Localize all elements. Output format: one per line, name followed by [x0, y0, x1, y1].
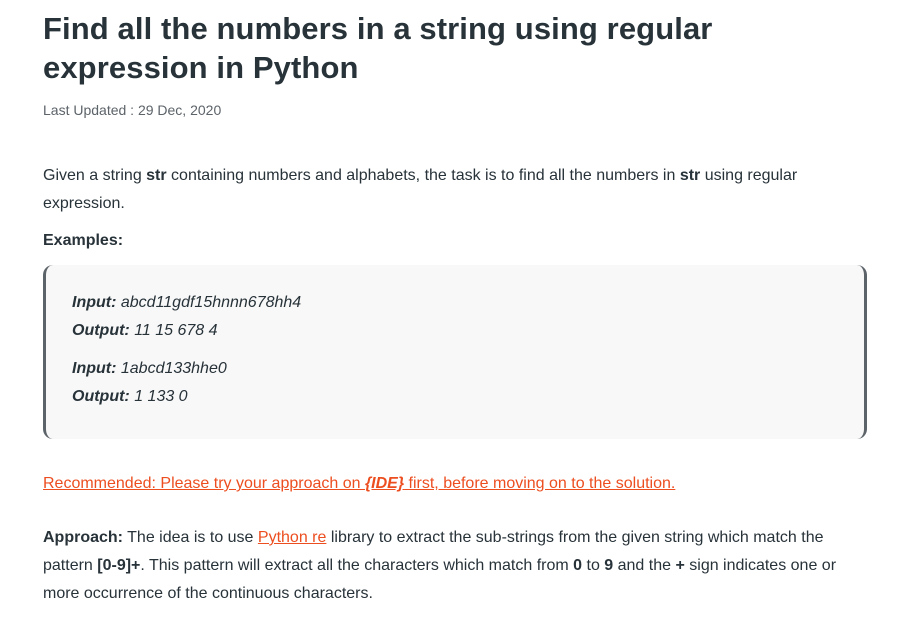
intro-text-2: containing numbers and alphabets, the ta… — [166, 167, 680, 184]
example-2-output: Output: 1 133 0 — [72, 385, 188, 409]
approach-text-3: . This pattern will extract all the char… — [140, 557, 574, 574]
recommended-text-before: Recommended: Please try your approach on — [43, 475, 365, 492]
approach-text-4: to — [582, 557, 605, 574]
recommended-ide-link[interactable]: Recommended: Please try your approach on… — [43, 472, 675, 496]
intro-bold-str-1: str — [146, 167, 167, 184]
input-value: abcd11gdf15hnnn678hh4 — [116, 294, 302, 311]
example-1-output: Output: 11 15 678 4 — [72, 319, 218, 343]
article-title: Find all the numbers in a string using r… — [43, 11, 713, 85]
output-label: Output: — [72, 322, 130, 339]
example-1-input: Input: abcd11gdf15hnnn678hh4 — [72, 291, 301, 315]
approach-plus: + — [675, 557, 685, 574]
recommended-ide: {IDE} — [364, 475, 405, 492]
python-re-link[interactable]: Python re — [258, 529, 326, 546]
example-2-input: Input: 1abcd133hhe0 — [72, 357, 227, 381]
approach-nine: 9 — [604, 557, 614, 574]
input-label: Input: — [72, 360, 117, 377]
approach-text-5: and the — [613, 557, 676, 574]
input-label: Input: — [72, 294, 117, 311]
approach-text-1: The idea is to use — [123, 529, 258, 546]
approach-pattern: [0-9]+ — [97, 557, 141, 574]
last-updated: Last Updated : 29 Dec, 2020 — [43, 102, 222, 118]
approach-label: Approach: — [43, 529, 123, 546]
intro-text-1: Given a string — [43, 167, 147, 184]
output-value: 11 15 678 4 — [129, 322, 218, 339]
intro-paragraph: Given a string str containing numbers an… — [43, 162, 873, 218]
examples-heading: Examples: — [43, 232, 124, 249]
approach-zero: 0 — [573, 557, 583, 574]
examples-box: Input: abcd11gdf15hnnn678hh4 Output: 11 … — [43, 265, 867, 439]
intro-bold-str-2: str — [679, 167, 701, 184]
article-page: Find all the numbers in a string using r… — [0, 0, 918, 626]
approach-paragraph: Approach: The idea is to use Python re l… — [43, 524, 873, 608]
recommended-text-after: first, before moving on to the solution. — [404, 475, 676, 492]
input-value: 1abcd133hhe0 — [116, 360, 227, 377]
output-value: 1 133 0 — [129, 388, 188, 405]
output-label: Output: — [72, 388, 130, 405]
